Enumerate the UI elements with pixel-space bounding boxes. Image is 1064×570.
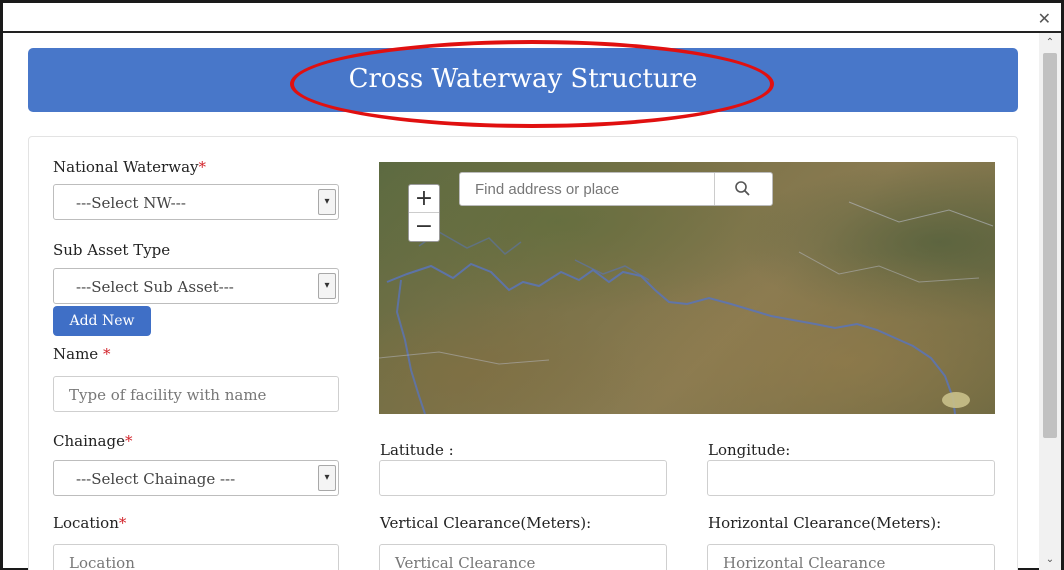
name-placeholder: Type of facility with name (69, 386, 267, 404)
required-marker: * (102, 345, 111, 363)
chevron-down-icon[interactable]: ▾ (318, 189, 336, 215)
map-search-input[interactable]: Find address or place (459, 172, 773, 206)
sub-asset-type-value: ---Select Sub Asset--- (76, 278, 234, 296)
header-divider (3, 31, 1061, 33)
add-new-button[interactable]: Add New (53, 306, 151, 336)
longitude-field[interactable] (707, 460, 995, 496)
national-waterway-select[interactable]: ---Select NW--- ▾ (53, 184, 339, 220)
latitude-field[interactable] (379, 460, 667, 496)
scroll-down-icon[interactable]: ⌄ (1039, 552, 1061, 568)
longitude-label: Longitude: (708, 441, 791, 459)
map-search-button[interactable] (714, 173, 772, 205)
required-marker: * (124, 432, 133, 450)
map-view[interactable]: + − Find address or place (379, 162, 995, 414)
vertical-scrollbar[interactable]: ⌃ ⌄ (1039, 33, 1061, 570)
search-icon[interactable] (715, 173, 773, 205)
page-title: Cross Waterway Structure (348, 64, 698, 94)
chevron-down-icon[interactable]: ▾ (318, 273, 336, 299)
close-icon[interactable]: ✕ (1038, 9, 1051, 28)
latitude-label: Latitude : (380, 441, 454, 459)
chainage-label: Chainage* (53, 432, 133, 450)
location-label: Location* (53, 514, 127, 532)
chevron-down-icon[interactable]: ▾ (318, 465, 336, 491)
vertical-clearance-field[interactable]: Vertical Clearance (379, 544, 667, 570)
page-header: Cross Waterway Structure (28, 48, 1018, 112)
scroll-up-icon[interactable]: ⌃ (1039, 35, 1061, 51)
map-search-placeholder: Find address or place (475, 181, 620, 198)
vertical-clearance-placeholder: Vertical Clearance (395, 554, 536, 570)
vertical-clearance-label: Vertical Clearance(Meters): (380, 514, 592, 532)
required-marker: * (118, 514, 127, 532)
chainage-select[interactable]: ---Select Chainage --- ▾ (53, 460, 339, 496)
location-placeholder: Location (69, 554, 135, 570)
name-field[interactable]: Type of facility with name (53, 376, 339, 412)
required-marker: * (198, 158, 206, 176)
horizontal-clearance-field[interactable]: Horizontal Clearance (707, 544, 995, 570)
name-label: Name * (53, 345, 111, 363)
national-waterway-label: National Waterway* (53, 158, 206, 176)
zoom-in-button[interactable]: + (409, 185, 439, 213)
horizontal-clearance-label: Horizontal Clearance(Meters): (708, 514, 942, 532)
zoom-control: + − (408, 184, 440, 242)
sub-asset-type-select[interactable]: ---Select Sub Asset--- ▾ (53, 268, 339, 304)
horizontal-clearance-placeholder: Horizontal Clearance (723, 554, 886, 570)
national-waterway-value: ---Select NW--- (76, 194, 186, 212)
zoom-out-button[interactable]: − (409, 213, 439, 241)
sub-asset-type-label: Sub Asset Type (53, 241, 171, 259)
scrollbar-thumb[interactable] (1043, 53, 1057, 438)
location-field[interactable]: Location (53, 544, 339, 570)
chainage-value: ---Select Chainage --- (76, 470, 236, 488)
